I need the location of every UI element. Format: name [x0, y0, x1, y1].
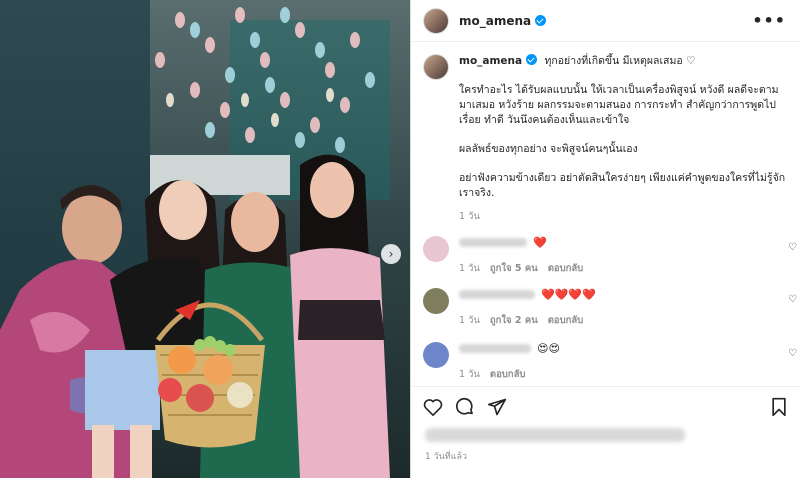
post-view: › mo_amena ••• mo_amena ทุกอย่างที่เกิดข… — [0, 0, 800, 478]
caption-paragraph-2: ผลลัพธ์ของทุกอย่าง จะพิสูจน์คนๆนั้นเอง — [459, 143, 638, 155]
caption-time: 1 วัน — [459, 211, 480, 222]
action-bar — [411, 386, 800, 426]
caption: mo_amena ทุกอย่างที่เกิดขึ้น มีเหตุผลเสม… — [423, 54, 791, 224]
comment-avatar[interactable] — [423, 342, 449, 368]
caption-avatar[interactable] — [423, 54, 449, 80]
caption-title: ทุกอย่างที่เกิดขึ้น มีเหตุผลเสมอ ♡ — [544, 55, 696, 67]
more-options-button[interactable]: ••• — [752, 11, 786, 30]
photo-illustration — [0, 0, 410, 478]
comment-item: 😍😍 1 วัน ตอบกลับ ♡ — [423, 342, 799, 382]
reply-button[interactable]: ตอบกลับ — [490, 367, 526, 382]
comment-time: 1 วัน — [459, 263, 480, 274]
comment-item: ❤️❤️❤️❤️ 1 วัน ถูกใจ 2 คน ตอบกลับ ♡ — [423, 288, 799, 328]
author-avatar[interactable] — [423, 7, 449, 34]
post-sidebar: mo_amena ••• mo_amena ทุกอย่างที่เกิดขึ้… — [410, 0, 800, 478]
next-photo-button[interactable]: › — [381, 244, 401, 264]
likes-summary-blurred[interactable] — [425, 428, 685, 442]
comment-time: 1 วัน — [459, 369, 480, 380]
post-header: mo_amena ••• — [411, 0, 800, 42]
reply-button[interactable]: ตอบกลับ — [548, 313, 584, 328]
post-timestamp: 1 วันที่แล้ว — [425, 452, 468, 462]
comment-text: 😍😍 — [537, 342, 560, 355]
share-send-icon[interactable] — [487, 397, 507, 417]
comment-avatar[interactable] — [423, 288, 449, 314]
comment-username-blurred[interactable] — [459, 290, 535, 299]
comment-bubble-icon[interactable] — [455, 397, 475, 417]
comment-likes[interactable]: ถูกใจ 2 คน — [490, 313, 538, 328]
comment-item: ❤️ 1 วัน ถูกใจ 5 คน ตอบกลับ ♡ — [423, 236, 799, 276]
reply-button[interactable]: ตอบกลับ — [548, 261, 584, 276]
post-photo[interactable]: › — [0, 0, 410, 478]
comment-text: ❤️ — [533, 236, 547, 249]
verified-badge-icon — [526, 54, 538, 65]
bookmark-icon[interactable] — [769, 397, 789, 417]
comment-text: ❤️❤️❤️❤️ — [541, 288, 596, 301]
verified-badge-icon — [535, 14, 547, 26]
comment-avatar[interactable] — [423, 236, 449, 262]
chevron-right-icon: › — [388, 247, 394, 261]
comment-username-blurred[interactable] — [459, 344, 531, 353]
caption-paragraph-3: อย่าฟังความข้างเดียว อย่าตัดสินใครง่ายๆ … — [459, 172, 786, 199]
caption-paragraph-1: ใครทำอะไร ได้รับผลแบบนั้น ให้เวลาเป็นเคร… — [459, 84, 779, 126]
caption-username[interactable]: mo_amena — [459, 54, 538, 67]
comment-likes[interactable]: ถูกใจ 5 คน — [490, 261, 538, 276]
author-username[interactable]: mo_amena — [459, 14, 547, 28]
like-comment-heart-icon[interactable]: ♡ — [788, 348, 797, 359]
comment-time: 1 วัน — [459, 315, 480, 326]
like-heart-icon[interactable] — [423, 397, 443, 417]
like-comment-heart-icon[interactable]: ♡ — [788, 242, 797, 253]
comment-username-blurred[interactable] — [459, 238, 527, 247]
like-comment-heart-icon[interactable]: ♡ — [788, 294, 797, 305]
